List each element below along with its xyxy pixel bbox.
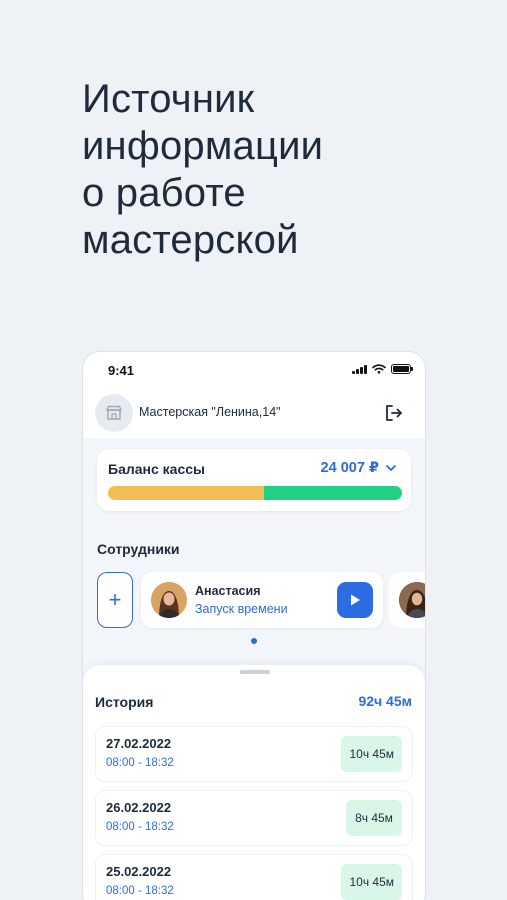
balance-card[interactable]: Баланс кассы 24 007 ₽ bbox=[97, 449, 411, 511]
history-row[interactable]: 27.02.2022 08:00 - 18:32 10ч 45м bbox=[95, 726, 413, 782]
history-title: История bbox=[95, 694, 154, 710]
headline-line-2: информации bbox=[82, 124, 324, 168]
history-time: 08:00 - 18:32 bbox=[106, 821, 174, 833]
history-duration-badge: 10ч 45м bbox=[341, 736, 402, 772]
play-icon bbox=[351, 594, 360, 606]
history-date: 25.02.2022 bbox=[106, 864, 172, 879]
status-icons bbox=[352, 364, 413, 374]
history-sheet: История 92ч 45м 27.02.2022 08:00 - 18:32… bbox=[83, 665, 425, 900]
history-time: 08:00 - 18:32 bbox=[106, 885, 174, 897]
store-icon[interactable] bbox=[95, 394, 133, 432]
balance-label: Баланс кассы bbox=[108, 461, 205, 477]
history-date: 26.02.2022 bbox=[106, 800, 172, 815]
history-total: 92ч 45м bbox=[358, 693, 412, 709]
avatar bbox=[151, 582, 187, 618]
headline-line-3: о работе bbox=[82, 171, 246, 215]
history-duration-badge: 8ч 45м bbox=[346, 800, 402, 836]
promo-headline: Источник информации о работе мастерской bbox=[82, 76, 323, 264]
employee-action[interactable]: Запуск времени bbox=[195, 602, 288, 616]
status-time: 9:41 bbox=[108, 363, 135, 378]
employee-card-next[interactable] bbox=[389, 572, 425, 628]
logout-icon[interactable] bbox=[383, 402, 405, 424]
avatar bbox=[399, 582, 425, 618]
phone-screen: 9:41 Мастерская "Ленина,14" Баланс кассы… bbox=[82, 351, 426, 900]
wifi-icon bbox=[372, 364, 386, 374]
headline-line-4: мастерской bbox=[82, 218, 299, 262]
cellular-signal-icon bbox=[352, 364, 367, 374]
sheet-grabber[interactable] bbox=[240, 670, 270, 674]
history-date: 27.02.2022 bbox=[106, 736, 172, 751]
history-duration-badge: 10ч 45м bbox=[341, 864, 402, 900]
start-timer-button[interactable] bbox=[337, 582, 373, 618]
app-bar: Мастерская "Ленина,14" bbox=[83, 388, 425, 438]
add-employee-button[interactable]: + bbox=[97, 572, 133, 628]
chevron-down-icon[interactable] bbox=[385, 463, 397, 473]
employee-card[interactable]: Анастасия Запуск времени bbox=[141, 572, 383, 628]
battery-icon bbox=[391, 364, 413, 374]
balance-bar-segment-card bbox=[263, 486, 402, 500]
balance-bar bbox=[108, 486, 402, 500]
page-indicator-dot[interactable] bbox=[251, 638, 257, 644]
employees-title: Сотрудники bbox=[97, 541, 180, 557]
history-row[interactable]: 25.02.2022 08:00 - 18:32 10ч 45м bbox=[95, 854, 413, 900]
history-row[interactable]: 26.02.2022 08:00 - 18:32 8ч 45м bbox=[95, 790, 413, 846]
employee-name: Анастасия bbox=[195, 584, 261, 598]
workshop-name[interactable]: Мастерская "Ленина,14" bbox=[139, 405, 281, 419]
status-bar: 9:41 bbox=[83, 352, 425, 388]
headline-line-1: Источник bbox=[82, 77, 255, 121]
balance-amount[interactable]: 24 007 ₽ bbox=[321, 460, 379, 476]
balance-bar-segment-cash bbox=[108, 486, 264, 500]
history-time: 08:00 - 18:32 bbox=[106, 757, 174, 769]
